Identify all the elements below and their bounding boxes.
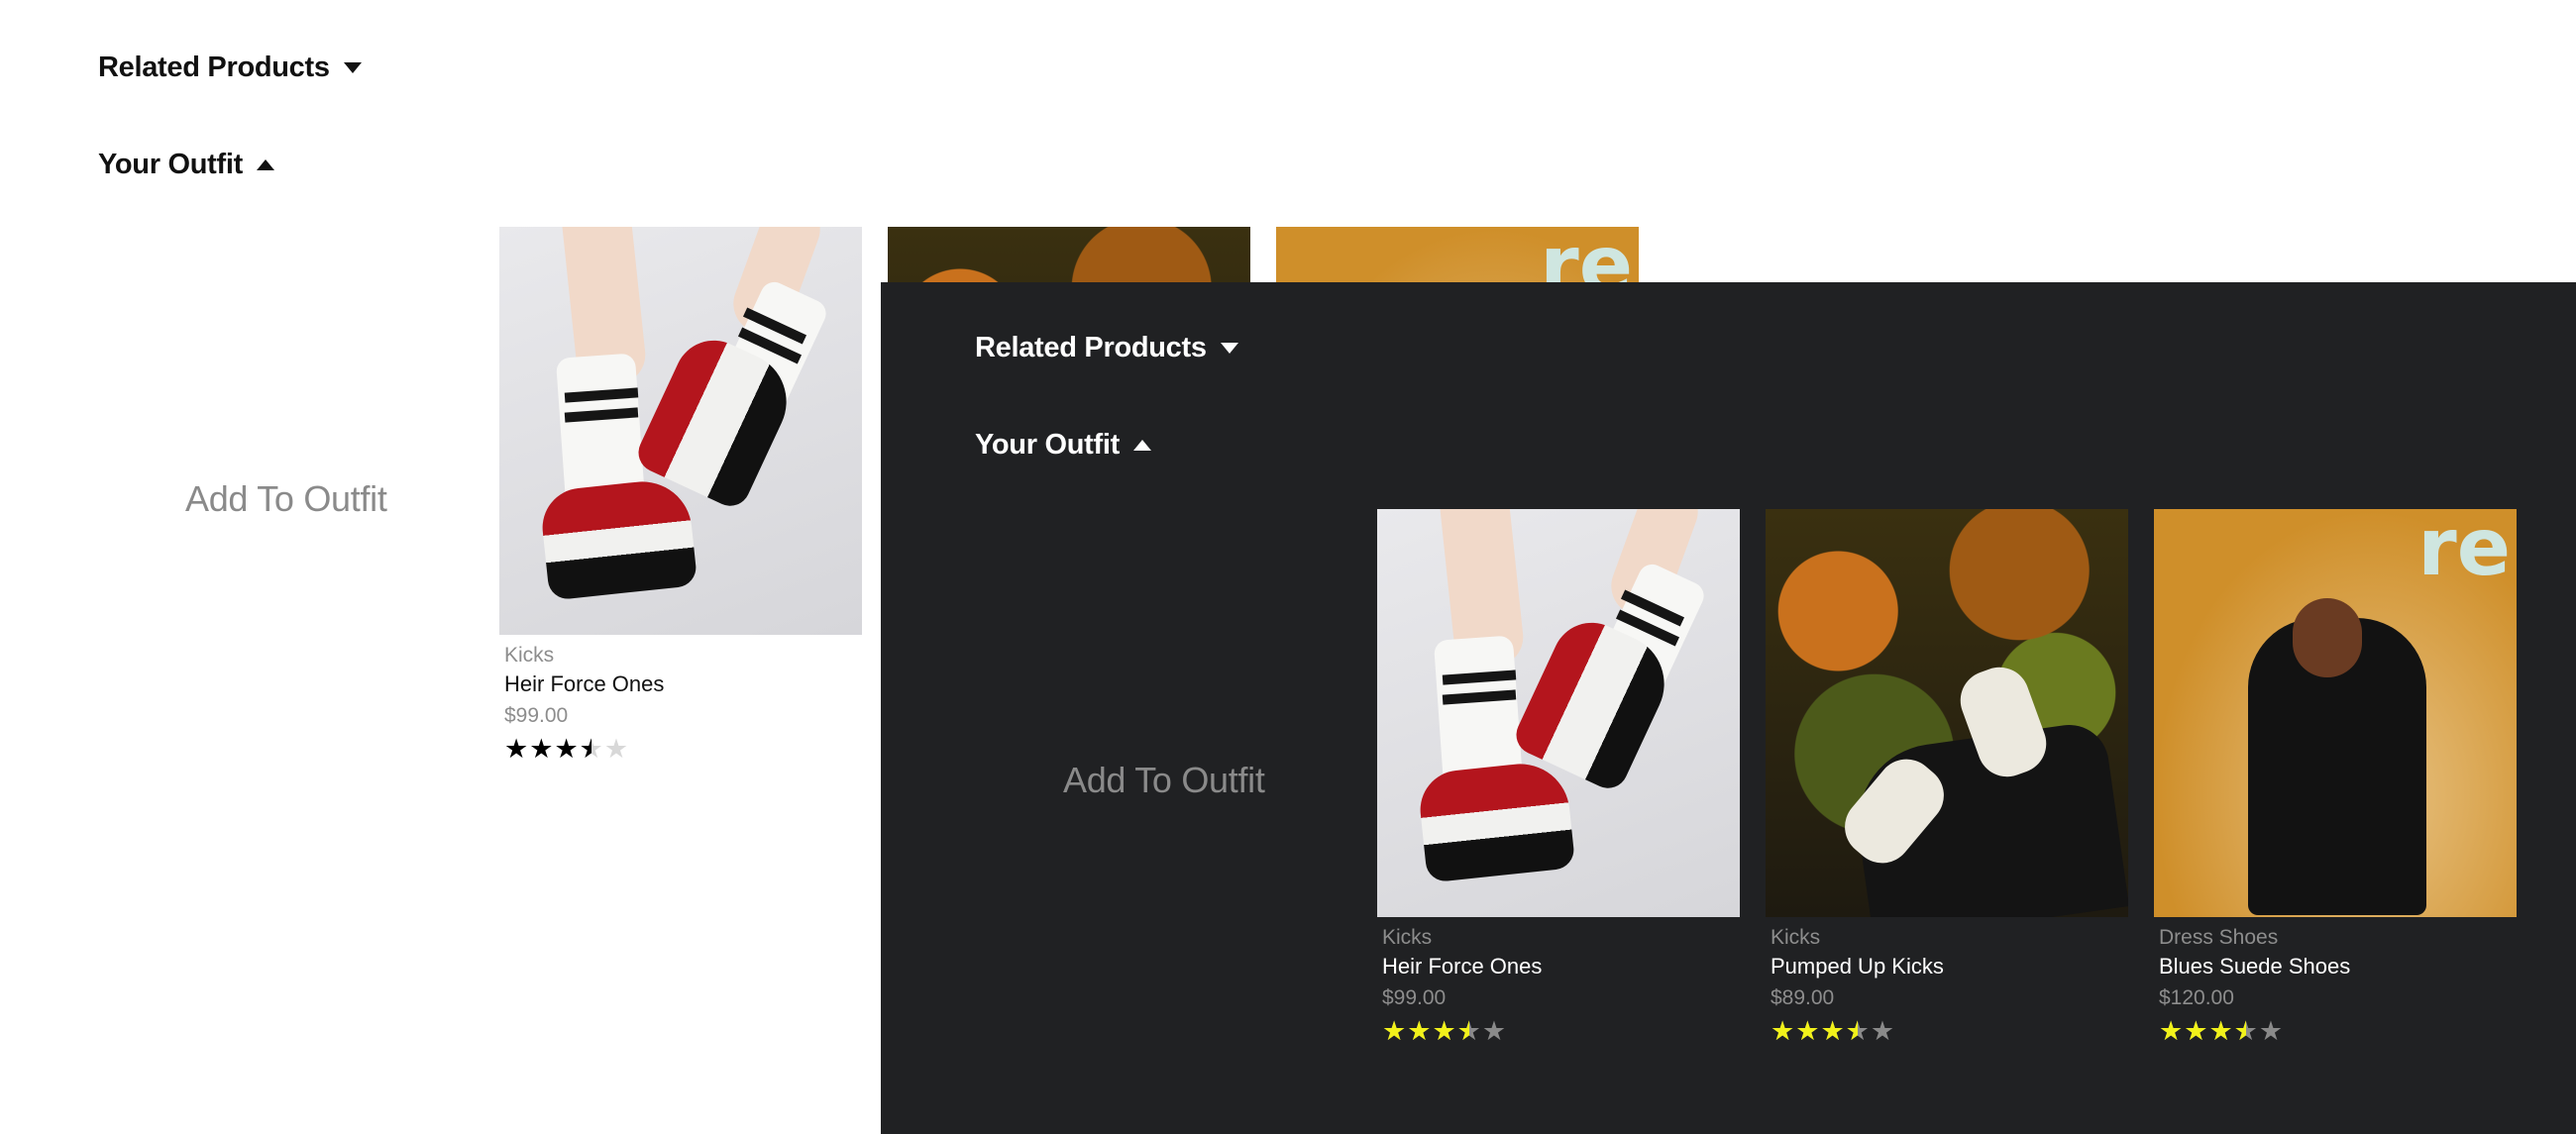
star-icon: ★: [603, 734, 630, 764]
star-icon: ★★: [2233, 1016, 2259, 1046]
product-category: Dress Shoes: [2159, 926, 2279, 949]
product-image[interactable]: re: [2154, 509, 2517, 917]
add-to-outfit-button[interactable]: Add To Outfit: [1063, 760, 1265, 801]
caret-down-icon: [1220, 343, 1238, 354]
your-outfit-toggle[interactable]: Your Outfit: [98, 149, 274, 181]
star-icon: ★★: [1407, 1016, 1433, 1046]
your-outfit-toggle[interactable]: Your Outfit: [975, 429, 1151, 462]
caret-up-icon: [1132, 440, 1151, 451]
related-products-heading: Related Products: [98, 52, 330, 83]
product-card[interactable]: Kicks Heir Force Ones $99.00 ★★★★★★★★★: [499, 227, 862, 764]
star-icon: ★★: [529, 734, 555, 764]
star-icon: ★★: [1820, 1016, 1846, 1046]
product-price: $89.00: [1771, 986, 1835, 1009]
product-image[interactable]: [499, 227, 862, 635]
star-rating: ★★★★★★★★★: [1771, 1016, 2128, 1046]
caret-up-icon: [256, 159, 274, 170]
star-icon: ★★: [1382, 1016, 1408, 1046]
related-products-heading: Related Products: [975, 332, 1207, 363]
product-category: Kicks: [504, 644, 555, 667]
product-card[interactable]: Kicks Pumped Up Kicks $89.00 ★★★★★★★★★: [1766, 509, 2128, 1046]
related-products-toggle[interactable]: Related Products: [975, 332, 1238, 364]
star-icon: ★★: [1771, 1016, 1796, 1046]
star-icon: ★: [2258, 1016, 2285, 1046]
star-icon: ★★: [1795, 1016, 1821, 1046]
related-products-toggle[interactable]: Related Products: [98, 52, 362, 84]
product-price: $120.00: [2159, 986, 2234, 1009]
product-card[interactable]: re Dress Shoes Blues Suede Shoes $120.00…: [2154, 509, 2517, 1046]
star-icon: ★★: [554, 734, 580, 764]
your-outfit-heading: Your Outfit: [98, 149, 243, 180]
star-rating: ★★★★★★★★★: [504, 734, 862, 764]
dark-theme-view: Related Products Your Outfit Add To Outf…: [881, 282, 2576, 1134]
star-rating: ★★★★★★★★★: [1382, 1016, 1740, 1046]
product-card[interactable]: Kicks Heir Force Ones $99.00 ★★★★★★★★★: [1377, 509, 1740, 1046]
caret-down-icon: [343, 62, 362, 73]
star-icon: ★★: [2208, 1016, 2234, 1046]
star-icon: ★★: [504, 734, 530, 764]
product-price: $99.00: [504, 704, 569, 727]
star-icon: ★★: [1432, 1016, 1457, 1046]
star-icon: ★★: [1845, 1016, 1871, 1046]
your-outfit-heading: Your Outfit: [975, 429, 1120, 461]
star-icon: ★★: [579, 734, 604, 764]
add-to-outfit-button[interactable]: Add To Outfit: [185, 478, 387, 520]
star-icon: ★★: [2184, 1016, 2209, 1046]
product-price: $99.00: [1382, 986, 1447, 1009]
product-name: Blues Suede Shoes: [2159, 954, 2351, 979]
product-name: Heir Force Ones: [504, 671, 665, 696]
star-icon: ★: [1870, 1016, 1896, 1046]
star-icon: ★★: [2159, 1016, 2185, 1046]
product-image[interactable]: [1377, 509, 1740, 917]
star-rating: ★★★★★★★★★: [2159, 1016, 2517, 1046]
product-name: Pumped Up Kicks: [1771, 954, 1944, 979]
product-name: Heir Force Ones: [1382, 954, 1543, 979]
product-category: Kicks: [1771, 926, 1821, 949]
star-icon: ★★: [1456, 1016, 1482, 1046]
product-image[interactable]: [1766, 509, 2128, 917]
product-category: Kicks: [1382, 926, 1433, 949]
star-icon: ★: [1481, 1016, 1508, 1046]
